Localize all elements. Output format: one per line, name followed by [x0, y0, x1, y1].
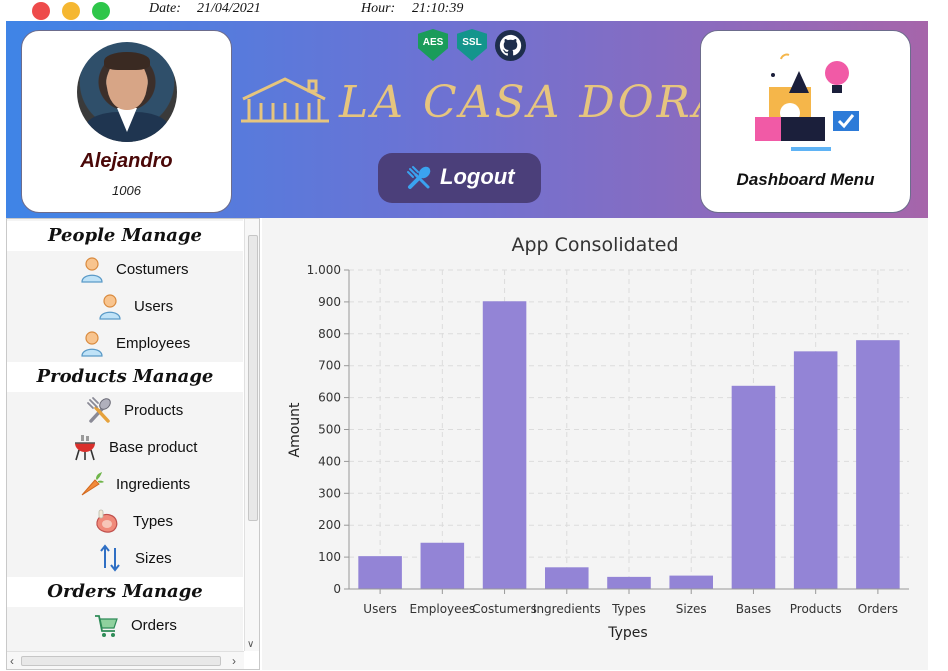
aes-badge-icon: AES	[418, 29, 448, 61]
minimize-window-button[interactable]	[62, 2, 80, 20]
bar-chart: 0 100 200 300 400 500 600 700 800 900 1.000 Users Em…	[287, 234, 909, 641]
y-tick-label: 500	[318, 423, 341, 437]
profile-card[interactable]: Alejandro 1006	[21, 30, 232, 213]
logout-button[interactable]: Logout	[378, 153, 541, 203]
bar-ingredients[interactable]	[545, 567, 589, 589]
y-tick-label: 800	[318, 327, 341, 341]
sidebar: People Manage Costumers Users Employees …	[6, 218, 260, 670]
x-tick-label: Ingredients	[533, 602, 601, 616]
github-icon[interactable]	[495, 30, 526, 61]
carrot-icon	[81, 472, 104, 496]
meat-icon	[96, 509, 118, 533]
sidebar-item-label: Types	[133, 513, 174, 530]
y-tick-label: 0	[333, 582, 341, 596]
horizontal-scroll-thumb[interactable]	[21, 656, 221, 666]
user-person-icon	[99, 294, 121, 320]
maximize-window-button[interactable]	[92, 2, 110, 20]
sidebar-item-base-product[interactable]: Base product	[7, 429, 243, 465]
customer-person-icon	[81, 257, 103, 283]
y-tick-label: 200	[318, 518, 341, 532]
house-logo-icon	[241, 77, 329, 123]
y-tick-label: 700	[318, 359, 341, 373]
shopping-cart-icon	[95, 615, 118, 637]
x-tick-label: Users	[363, 602, 397, 616]
bar-orders[interactable]	[856, 340, 900, 589]
sidebar-item-label: Ingredients	[116, 476, 191, 493]
hour-label: Hour:	[361, 1, 396, 16]
bar-costumers[interactable]	[482, 301, 527, 589]
y-tick-label: 400	[318, 454, 341, 468]
sidebar-item-users[interactable]: Users	[7, 288, 243, 324]
y-tick-label: 900	[318, 295, 341, 309]
sidebar-item-label: Sizes	[135, 550, 172, 567]
vertical-scroll-thumb[interactable]	[248, 235, 258, 521]
x-tick-label: Orders	[858, 602, 898, 616]
title-bar: Date: 21/04/2021 Hour: 21:10:39	[0, 0, 948, 21]
hour-value: 21:10:39	[412, 1, 464, 16]
employee-person-icon	[81, 331, 103, 357]
scroll-down-arrow-icon[interactable]: ∨	[247, 639, 254, 650]
chart-panel: 0 100 200 300 400 500 600 700 800 900 1.000 Users Em…	[262, 218, 928, 670]
sidebar-item-label: Base product	[109, 439, 198, 456]
y-axis-title: Amount	[287, 402, 303, 458]
section-title-people: People Manage	[7, 221, 243, 251]
sidebar-item-label: Costumers	[116, 261, 189, 278]
sidebar-item-label: Orders	[131, 617, 177, 634]
bar-sizes[interactable]	[669, 575, 713, 589]
utensils-icon	[407, 166, 431, 189]
bar-products[interactable]	[793, 351, 838, 589]
ssl-badge-icon: SSL	[457, 29, 487, 61]
bar-employees[interactable]	[420, 542, 465, 589]
logout-label: Logout	[440, 164, 515, 189]
x-tick-label: Types	[611, 602, 646, 616]
sidebar-item-label: Employees	[116, 335, 191, 352]
sidebar-item-products[interactable]: Products	[7, 392, 243, 428]
x-tick-label: Employees	[409, 602, 475, 616]
y-tick-label: 100	[318, 550, 341, 564]
sidebar-vertical-scrollbar[interactable]: ∨	[244, 219, 259, 651]
x-axis-title: Types	[607, 625, 647, 641]
y-tick-label: 300	[318, 486, 341, 500]
header-banner: Alejandro 1006 AES SSL LA CASA DORADA Lo…	[6, 21, 928, 218]
bar-bases[interactable]	[731, 385, 776, 589]
chart-title: App Consolidated	[511, 234, 678, 256]
sidebar-item-ingredients[interactable]: Ingredients	[7, 466, 243, 502]
date-label: Date:	[149, 1, 181, 16]
scroll-left-arrow-icon[interactable]: ‹	[10, 654, 14, 668]
sidebar-horizontal-scrollbar[interactable]: ‹ ›	[7, 651, 244, 669]
bar-users[interactable]	[358, 556, 402, 589]
date-value: 21/04/2021	[197, 1, 261, 16]
sidebar-item-label: Users	[134, 298, 174, 315]
utensils-icon	[87, 397, 111, 423]
sidebar-item-sizes[interactable]: Sizes	[7, 540, 243, 576]
grill-icon	[75, 435, 95, 461]
up-down-arrows-icon	[100, 544, 120, 572]
dashboard-illustration-icon	[755, 53, 859, 151]
section-title-orders: Orders Manage	[7, 577, 243, 607]
x-tick-label: Products	[790, 602, 842, 616]
app-window: Date: 21/04/2021 Hour: 21:10:39 Alejandr…	[0, 0, 948, 671]
x-tick-label: Sizes	[676, 602, 707, 616]
x-tick-label: Costumers	[472, 602, 537, 616]
avatar	[77, 42, 177, 142]
scroll-right-arrow-icon[interactable]: ›	[232, 654, 236, 668]
dashboard-menu-card[interactable]: Dashboard Menu	[700, 30, 911, 213]
sidebar-item-costumers[interactable]: Costumers	[7, 251, 243, 287]
sidebar-item-label: Products	[124, 402, 184, 419]
bar-types[interactable]	[607, 576, 651, 589]
close-window-button[interactable]	[32, 2, 50, 20]
section-title-products: Products Manage	[7, 362, 243, 392]
security-badges: AES SSL	[415, 29, 535, 63]
brand-logo: LA CASA DORADA	[239, 71, 798, 149]
sidebar-menu: People Manage Costumers Users Employees …	[7, 219, 243, 651]
profile-id: 1006	[112, 183, 141, 198]
profile-name: Alejandro	[80, 150, 173, 172]
y-tick-label: 1.000	[307, 263, 341, 277]
sidebar-item-orders[interactable]: Orders	[7, 607, 243, 643]
dashboard-menu-label: Dashboard Menu	[736, 170, 875, 189]
y-tick-label: 600	[318, 391, 341, 405]
x-tick-label: Bases	[736, 602, 771, 616]
sidebar-item-employees[interactable]: Employees	[7, 325, 243, 361]
sidebar-item-types[interactable]: Types	[7, 503, 243, 539]
